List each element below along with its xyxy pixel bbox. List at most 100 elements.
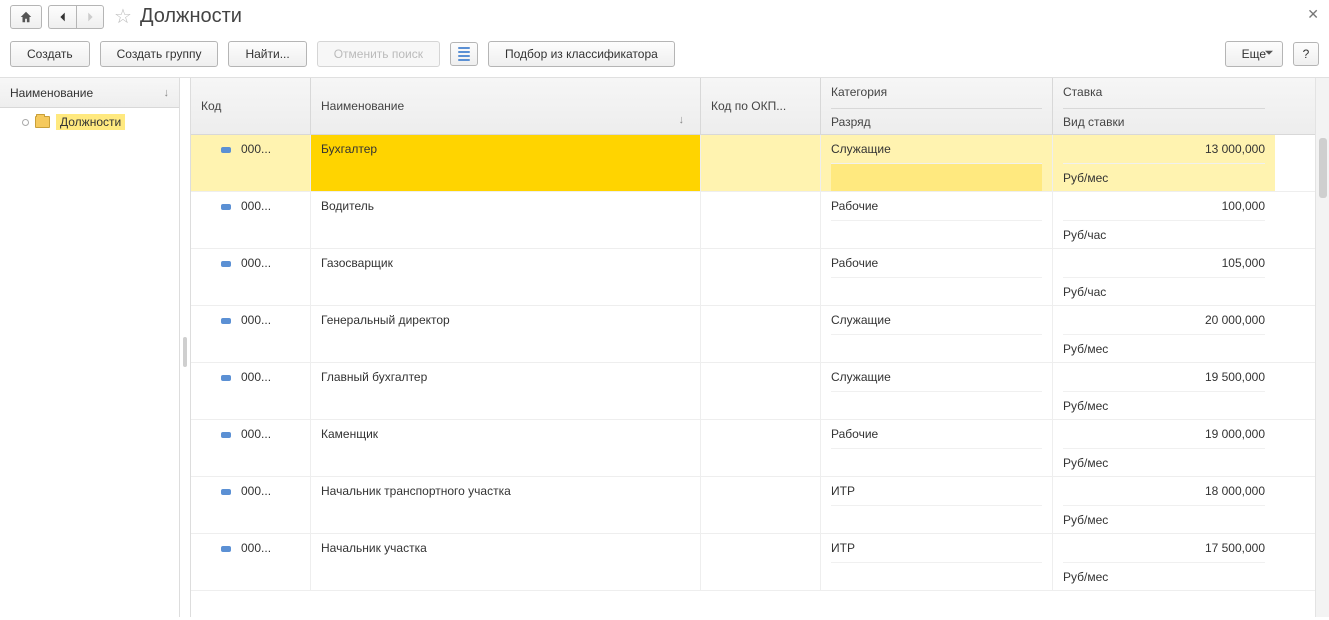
cell-grade-value	[831, 391, 1042, 419]
table-row[interactable]: 000...Каменщик Рабочие 19 000,000Руб/мес	[191, 420, 1329, 477]
favorite-star-icon[interactable]: ☆	[114, 4, 132, 29]
splitter-handle[interactable]	[180, 78, 190, 617]
col-header-code[interactable]: Код	[191, 78, 311, 134]
col-header-rate-top: Ставка	[1063, 78, 1265, 105]
tree-expand-icon[interactable]	[22, 119, 29, 126]
vertical-scrollbar[interactable]	[1315, 78, 1329, 617]
sort-down-icon: ↓	[679, 114, 685, 126]
home-button[interactable]	[10, 5, 42, 29]
cell-grade-value	[831, 277, 1042, 305]
tree-pane: Наименование ↓ Должности	[0, 78, 180, 617]
cell-category: Рабочие	[821, 249, 1053, 305]
cell-rate: 100,000Руб/час	[1053, 192, 1275, 248]
cell-rate: 19 500,000Руб/мес	[1053, 363, 1275, 419]
row-indicator-icon	[221, 204, 231, 210]
cell-category-value: Служащие	[831, 363, 1042, 391]
cell-rate: 13 000,000Руб/мес	[1053, 135, 1275, 191]
cell-category: Служащие	[821, 306, 1053, 362]
cell-code: 000...	[191, 306, 311, 362]
list-view-button[interactable]	[450, 42, 478, 66]
nav-back-button[interactable]	[48, 5, 76, 29]
cell-okp	[701, 135, 821, 191]
col-header-code-label: Код	[201, 99, 300, 113]
close-button[interactable]: ✕	[1307, 6, 1319, 23]
col-header-rate[interactable]: Ставка Вид ставки	[1053, 78, 1275, 134]
help-button[interactable]: ?	[1293, 42, 1319, 66]
table-row[interactable]: 000...ГазосварщикРабочие105,000Руб/час	[191, 249, 1329, 306]
cell-category-value: Рабочие	[831, 192, 1042, 220]
col-header-okp[interactable]: Код по ОКП...	[701, 78, 821, 134]
col-header-okp-label: Код по ОКП...	[711, 99, 810, 113]
cell-category: Рабочие	[821, 192, 1053, 248]
tree-header-label: Наименование	[10, 86, 93, 100]
cell-rate: 20 000,000Руб/мес	[1053, 306, 1275, 362]
table-row[interactable]: 000...ВодительРабочие100,000Руб/час	[191, 192, 1329, 249]
col-header-rate-sub: Вид ставки	[1063, 108, 1265, 134]
cell-category-value: Служащие	[831, 135, 1042, 163]
nav-group	[48, 5, 104, 29]
row-indicator-icon	[221, 546, 231, 552]
create-group-button[interactable]: Создать группу	[100, 41, 219, 67]
page-title: Должности	[140, 5, 242, 28]
cell-category: ИТР	[821, 477, 1053, 533]
sort-indicator-icon: ↓	[164, 87, 170, 99]
cell-rate: 17 500,000Руб/мес	[1053, 534, 1275, 590]
cell-rate-value: 17 500,000	[1063, 534, 1265, 562]
cell-rate-value: 13 000,000	[1063, 135, 1265, 163]
cell-grade-value	[831, 562, 1042, 590]
nav-forward-button[interactable]	[76, 5, 104, 29]
cell-category: Рабочие	[821, 420, 1053, 476]
col-header-name[interactable]: Наименование ↓	[311, 78, 701, 134]
create-button[interactable]: Создать	[10, 41, 90, 67]
cell-code-value: 000...	[241, 199, 271, 213]
cell-category-value: Служащие	[831, 306, 1042, 334]
cell-category: ИТР	[821, 534, 1053, 590]
cell-rate-value: 20 000,000	[1063, 306, 1265, 334]
tree-header[interactable]: Наименование ↓	[0, 78, 179, 108]
folder-icon	[35, 116, 50, 128]
scroll-thumb[interactable]	[1319, 138, 1327, 198]
pick-from-classifier-button[interactable]: Подбор из классификатора	[488, 41, 675, 67]
col-header-category[interactable]: Категория Разряд	[821, 78, 1053, 134]
cell-rate-type-value: Руб/мес	[1063, 448, 1265, 476]
cell-name: Начальник транспортного участка	[311, 477, 701, 533]
cell-name: Генеральный директор	[311, 306, 701, 362]
table-row[interactable]: 000...Начальник участкаИТР17 500,000Руб/…	[191, 534, 1329, 591]
more-button[interactable]: Еще	[1225, 41, 1283, 67]
tree-root-item[interactable]: Должности	[0, 108, 179, 136]
table-row[interactable]: 000...Главный бухгалтерСлужащие19 500,00…	[191, 363, 1329, 420]
grid-body[interactable]: 000...БухгалтерСлужащие13 000,000Руб/мес…	[191, 135, 1329, 617]
cell-rate-value: 19 000,000	[1063, 420, 1265, 448]
cell-rate-type-value: Руб/мес	[1063, 562, 1265, 590]
row-indicator-icon	[221, 261, 231, 267]
cell-okp	[701, 477, 821, 533]
row-indicator-icon	[221, 489, 231, 495]
table-row[interactable]: 000...Генеральный директор Служащие 20 000…	[191, 306, 1329, 363]
cell-category-value: ИТР	[831, 477, 1042, 505]
find-button[interactable]: Найти...	[228, 41, 306, 67]
table-row[interactable]: 000...БухгалтерСлужащие13 000,000Руб/мес	[191, 135, 1329, 192]
list-lines-icon	[458, 47, 470, 61]
cell-category-value: Рабочие	[831, 249, 1042, 277]
col-header-category-top: Категория	[831, 78, 1042, 105]
cell-code: 000...	[191, 420, 311, 476]
table-row[interactable]: 000...Начальник транспортного участка ИТР…	[191, 477, 1329, 534]
cell-code: 000...	[191, 477, 311, 533]
cell-name: Газосварщик	[311, 249, 701, 305]
cell-code-value: 000...	[241, 541, 271, 555]
cell-code-value: 000...	[241, 256, 271, 270]
col-header-category-sub: Разряд	[831, 108, 1042, 134]
tree-root-label: Должности	[56, 114, 125, 130]
cell-code: 000...	[191, 534, 311, 590]
cell-okp	[701, 192, 821, 248]
cell-rate-value: 19 500,000	[1063, 363, 1265, 391]
cell-rate-type-value: Руб/час	[1063, 277, 1265, 305]
row-indicator-icon	[221, 432, 231, 438]
grid-header: Код Наименование ↓ Код по ОКП... Категор…	[191, 78, 1329, 135]
arrow-right-icon	[83, 10, 97, 24]
row-indicator-icon	[221, 375, 231, 381]
cell-grade-value	[831, 448, 1042, 476]
cell-name: Начальник участка	[311, 534, 701, 590]
cell-okp	[701, 249, 821, 305]
cell-name: Каменщик	[311, 420, 701, 476]
